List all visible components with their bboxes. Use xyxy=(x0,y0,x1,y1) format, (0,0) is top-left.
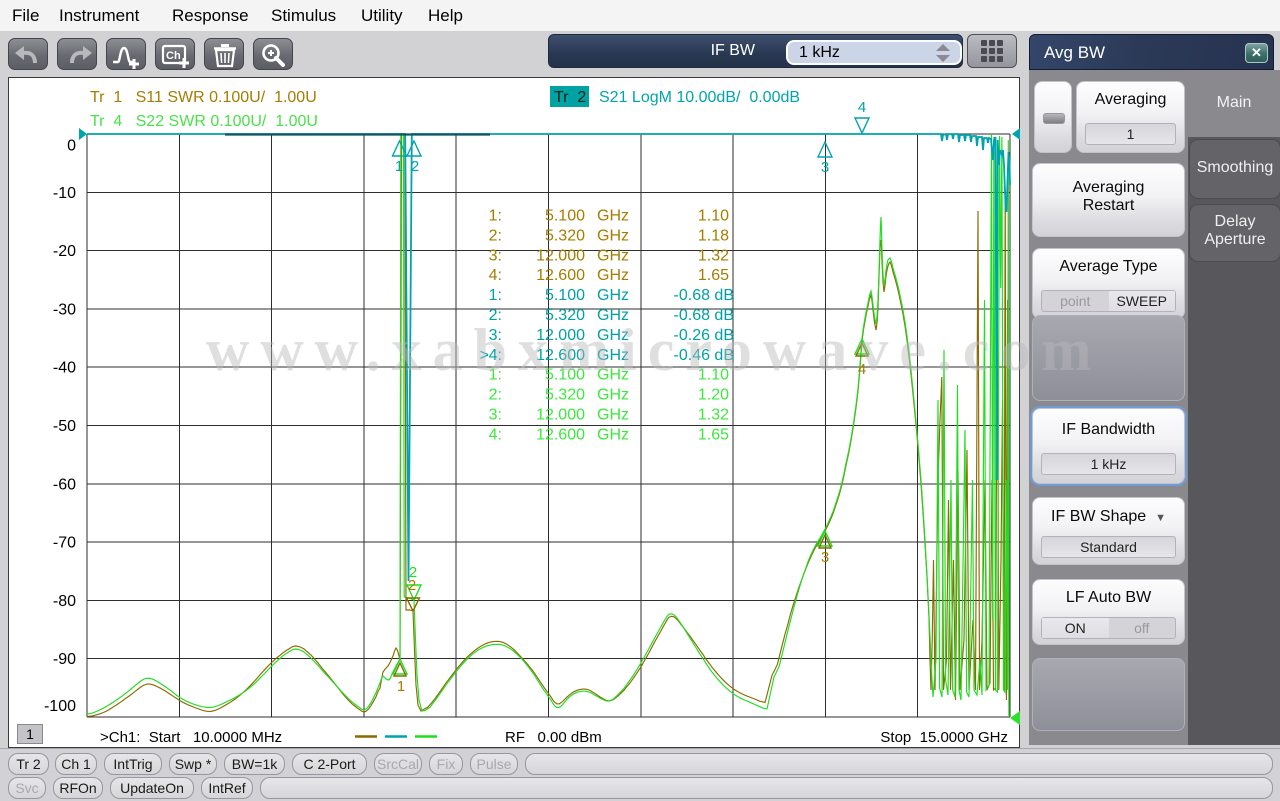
svg-text:Ch: Ch xyxy=(166,50,181,62)
